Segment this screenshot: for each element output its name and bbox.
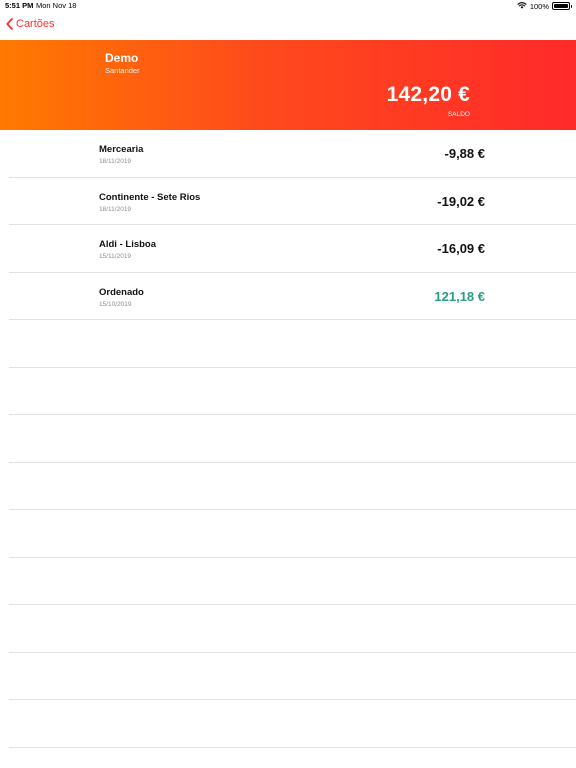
balance-label: SALDO	[447, 111, 470, 118]
account-name: Demo	[105, 51, 139, 65]
status-indicators: 100%	[517, 1, 572, 11]
empty-row	[9, 463, 576, 510]
transaction-row[interactable]: Continente - Sete Rios 18/11/2019 -19,02…	[9, 178, 576, 225]
wifi-icon	[517, 1, 527, 11]
transaction-title: Continente - Sete Rios	[99, 191, 201, 203]
transaction-row[interactable]: Ordenado 15/10/2019 121,18 €	[9, 273, 576, 320]
transaction-amount: -16,09 €	[437, 241, 485, 256]
empty-row	[9, 700, 576, 748]
status-bar: 5:51 PM Mon Nov 18 100%	[0, 0, 576, 12]
empty-row	[9, 320, 576, 368]
battery-percentage: 100%	[529, 1, 549, 11]
transaction-title: Mercearia	[99, 144, 144, 155]
battery-fill	[554, 4, 568, 8]
transaction-row[interactable]: Aldi - Lisboa 15/11/2019 -16,09 €	[9, 225, 576, 273]
bank-name: Santander	[105, 66, 140, 75]
account-header: Demo Santander 142,20 € SALDO	[0, 40, 576, 130]
transaction-title: Ordenado	[99, 286, 144, 298]
empty-row	[9, 605, 576, 653]
back-button[interactable]: Cartões	[6, 18, 55, 30]
transaction-list: Mercearia 18/11/2019 -9,88 € Continente …	[0, 130, 576, 748]
status-date: Mon Nov 18	[36, 1, 77, 10]
transaction-amount: -9,88 €	[444, 146, 485, 161]
battery-icon	[552, 2, 572, 10]
balance-amount: 142,20 €	[386, 83, 470, 106]
transaction-date: 15/10/2019	[99, 300, 132, 308]
transaction-amount: 121,18 €	[434, 288, 485, 304]
transaction-amount: -19,02 €	[437, 193, 485, 209]
back-button-label: Cartões	[16, 18, 55, 30]
transaction-date: 15/11/2019	[99, 253, 132, 260]
transaction-title: Aldi - Lisboa	[99, 239, 156, 250]
status-time: 5:51 PM	[5, 1, 34, 10]
navigation-bar: Cartões	[0, 12, 576, 40]
transaction-date: 18/11/2019	[99, 158, 132, 165]
empty-row	[9, 558, 576, 605]
chevron-left-icon	[6, 18, 13, 30]
empty-row	[9, 415, 576, 463]
empty-row	[9, 510, 576, 558]
empty-row	[9, 653, 576, 700]
transaction-row[interactable]: Mercearia 18/11/2019 -9,88 €	[9, 130, 576, 178]
empty-row	[9, 368, 576, 415]
transaction-date: 18/11/2019	[99, 205, 132, 213]
